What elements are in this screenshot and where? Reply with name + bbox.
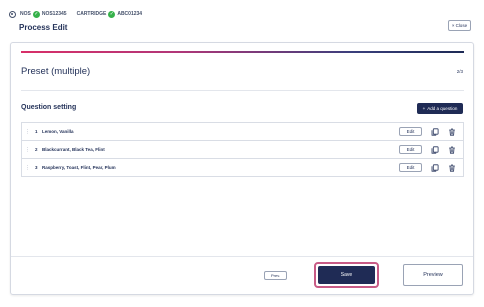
nos-value: NOS12345 — [41, 11, 67, 17]
edit-button[interactable]: Edit — [399, 127, 422, 136]
question-row[interactable]: ⋮ 2 Blackcurrant, Black Tea, Flint Edit — [21, 141, 464, 159]
check-circle-icon: ✓ — [108, 10, 116, 18]
page-indicator: 2/3 — [456, 69, 463, 74]
trash-icon[interactable] — [448, 164, 456, 172]
accent-bar — [21, 51, 464, 53]
section-title: Question setting — [21, 104, 77, 111]
gear-icon[interactable] — [9, 10, 16, 18]
question-text: Lemon, Vanilla — [42, 129, 74, 134]
nos-status: NOS ✓ NOS12345 — [20, 10, 67, 18]
add-question-label: Add a question — [427, 106, 458, 111]
edit-button[interactable]: Edit — [399, 145, 422, 154]
copy-icon[interactable] — [431, 163, 439, 172]
page-title: Process Edit — [19, 23, 68, 32]
close-button[interactable]: × Close — [448, 20, 471, 31]
cartridge-value: ABC01234 — [117, 11, 143, 17]
preset-title: Preset (multiple) — [21, 66, 91, 77]
nos-label: NOS — [20, 11, 31, 17]
preview-button[interactable]: Preview — [403, 264, 463, 286]
cartridge-label: CARTRIDGE — [76, 11, 107, 17]
close-label: Close — [455, 23, 468, 28]
edit-button[interactable]: Edit — [399, 163, 422, 172]
question-row[interactable]: ⋮ 3 Raspberry, Toast, Flint, Pear, Plum … — [21, 159, 464, 177]
trash-icon[interactable] — [448, 146, 456, 154]
question-number: 3 — [35, 165, 38, 170]
question-text: Raspberry, Toast, Flint, Pear, Plum — [42, 165, 116, 170]
question-number: 2 — [35, 147, 38, 152]
question-text: Blackcurrant, Black Tea, Flint — [42, 147, 105, 152]
add-question-button[interactable]: + Add a question — [417, 103, 463, 114]
question-list: ⋮ 1 Lemon, Vanilla Edit ⋮ 2 Blackcurrant… — [21, 122, 464, 177]
check-circle-icon: ✓ — [32, 10, 40, 18]
process-panel: Preset (multiple) 2/3 Question setting +… — [10, 42, 474, 295]
copy-icon[interactable] — [431, 145, 439, 154]
top-bar: NOS ✓ NOS12345 CARTRIDGE ✓ ABC01234 Proc… — [0, 0, 484, 40]
status-line: NOS ✓ NOS12345 CARTRIDGE ✓ ABC01234 — [9, 9, 148, 19]
prev-button[interactable]: Prev. — [264, 271, 287, 280]
plus-icon: + — [422, 106, 426, 111]
cartridge-status: CARTRIDGE ✓ ABC01234 — [76, 10, 143, 18]
question-number: 1 — [35, 129, 38, 134]
footer-divider — [11, 256, 473, 257]
drag-handle-icon[interactable]: ⋮ — [25, 147, 33, 153]
question-row[interactable]: ⋮ 1 Lemon, Vanilla Edit — [21, 123, 464, 141]
copy-icon[interactable] — [431, 127, 439, 136]
drag-handle-icon[interactable]: ⋮ — [25, 165, 33, 171]
save-button[interactable]: Save — [318, 266, 375, 284]
divider — [21, 90, 464, 91]
close-icon: × — [451, 23, 455, 28]
save-button-focus-ring: Save — [314, 262, 379, 288]
trash-icon[interactable] — [448, 128, 456, 136]
drag-handle-icon[interactable]: ⋮ — [25, 129, 33, 135]
